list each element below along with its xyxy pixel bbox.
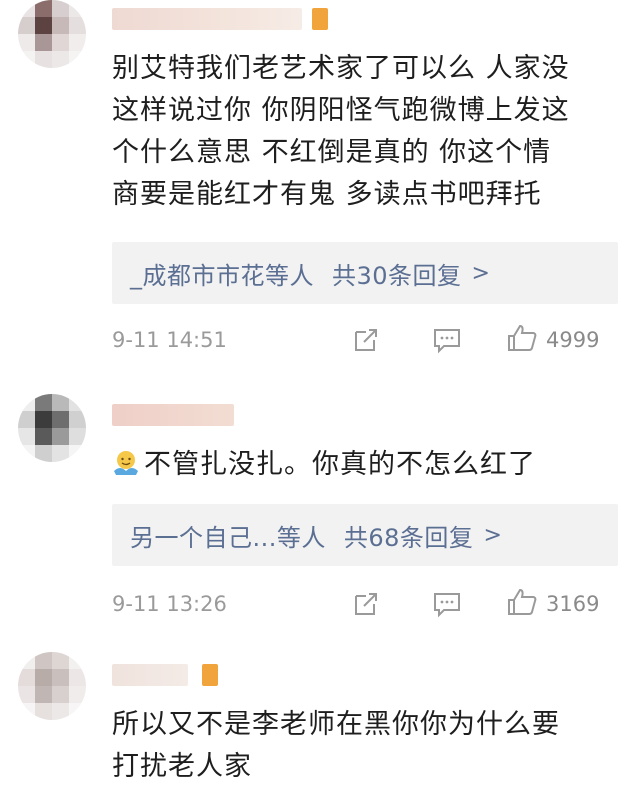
username-blurred[interactable] [112, 664, 218, 686]
reply-names: _成都市市花等人 [130, 261, 314, 290]
comment-line: 所以又不是李老师在黑你你为什么要 [112, 709, 560, 740]
comment-text: 别艾特我们老艺术家了可以么 人家没 这样说过你 你阴阳怪气跑微博上发这 个什么意… [112, 48, 622, 216]
thumbs-up-icon [506, 587, 538, 622]
avatar[interactable] [18, 394, 86, 462]
avatar[interactable] [18, 652, 86, 720]
comment-meta: 9-11 13:26 3169 [112, 584, 622, 624]
comment-icon[interactable] [432, 590, 462, 618]
share-icon[interactable] [352, 590, 380, 618]
replies-link[interactable]: 另一个自己...等人 共68条回复 > [112, 504, 618, 566]
comment-line: 个什么意思 不红倒是真的 你这个情 [112, 137, 552, 168]
comment-line: 别艾特我们老艺术家了可以么 人家没 [112, 53, 570, 84]
avatar[interactable] [18, 0, 86, 68]
comment-line: 不管扎没扎。你真的不怎么红了 [112, 444, 622, 486]
vip-badge [202, 664, 218, 686]
chevron-right-icon: > [471, 260, 491, 286]
reply-names: 另一个自己...等人 [130, 523, 326, 552]
like-button[interactable]: 3169 [506, 587, 599, 622]
share-icon[interactable] [352, 326, 380, 354]
comment-line: 商要是能红才有鬼 多读点书吧拜托 [112, 179, 542, 210]
comment-text-content: 不管扎没扎。你真的不怎么红了 [144, 449, 536, 480]
reply-count: 共30条回复 [332, 261, 462, 290]
comment-text: 所以又不是李老师在黑你你为什么要 打扰老人家 [112, 704, 622, 788]
comment-text: 不管扎没扎。你真的不怎么红了 [112, 444, 622, 486]
timestamp: 9-11 13:26 [112, 592, 227, 616]
reply-count: 共68条回复 [343, 523, 474, 552]
username-blurred[interactable] [112, 8, 328, 30]
vip-badge [312, 8, 328, 30]
username-blurred[interactable] [112, 404, 234, 426]
comment-line: 这样说过你 你阴阳怪气跑微博上发这 [112, 95, 570, 126]
comment-line: 打扰老人家 [112, 751, 252, 782]
thumbs-up-icon [506, 323, 538, 358]
like-count: 3169 [546, 592, 600, 616]
timestamp: 9-11 14:51 [112, 328, 227, 352]
replies-link[interactable]: _成都市市花等人 共30条回复 > [112, 242, 618, 304]
comment-meta: 9-11 14:51 4999 [112, 320, 622, 360]
hug-emoji-icon [112, 448, 140, 476]
like-button[interactable]: 4999 [506, 323, 599, 358]
comment-icon[interactable] [432, 326, 462, 354]
chevron-right-icon: > [483, 522, 503, 548]
like-count: 4999 [546, 328, 600, 352]
